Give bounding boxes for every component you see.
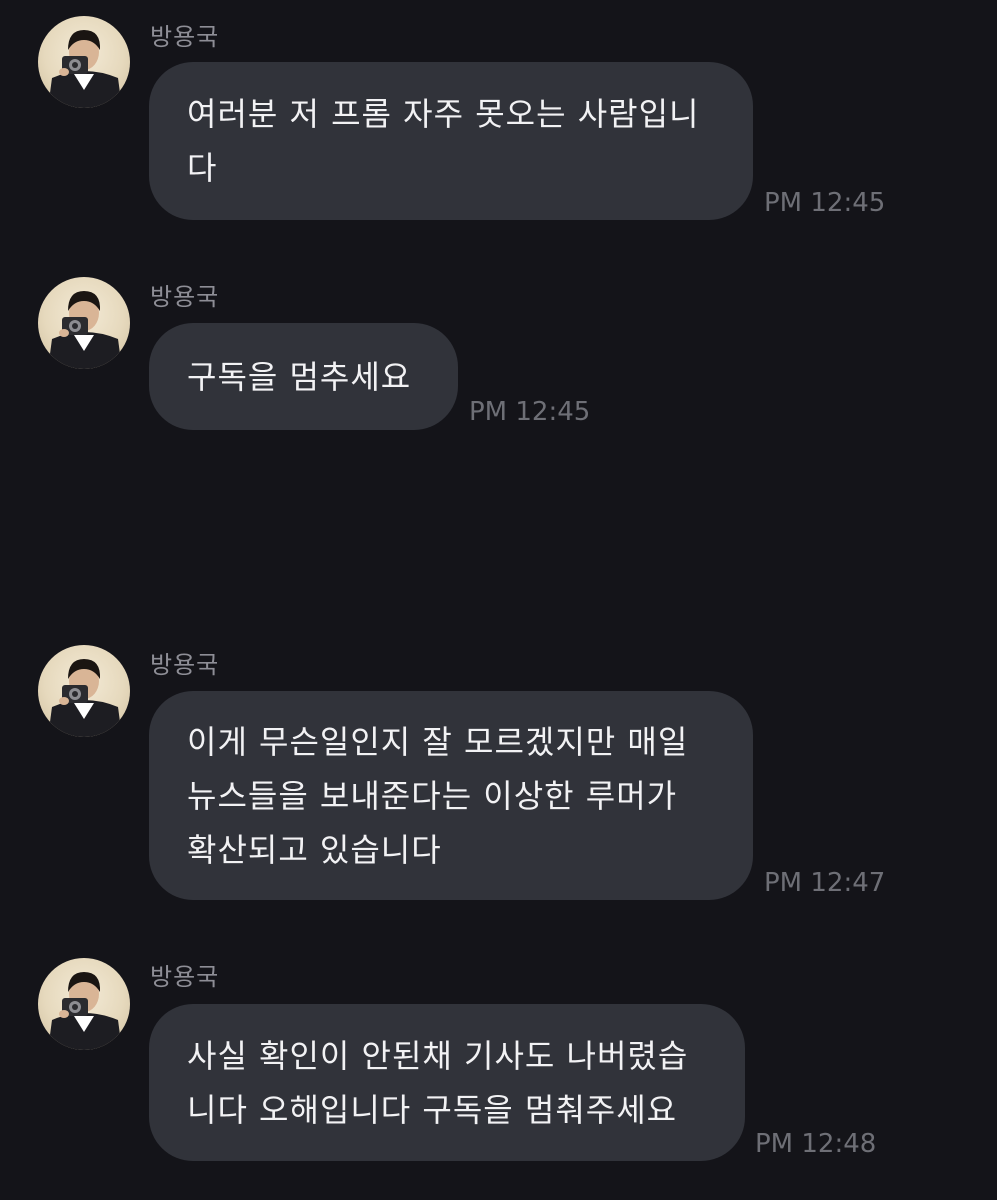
sender-name: 방용국 [150,963,220,991]
message-text-line: 다 [187,149,218,187]
message-text-line: 이게 무슨일인지 잘 모르겠지만 매일 [187,722,689,761]
message-timestamp: PM 12:48 [755,1129,877,1159]
message-bubble[interactable]: 사실 확인이 안된채 기사도 나버렸습 니다 오해입니다 구독을 멈춰주세요 [149,1004,745,1161]
message-timestamp: PM 12:45 [469,397,591,427]
sender-avatar[interactable] [38,16,130,108]
sender-name: 방용국 [150,23,220,51]
message-text-line: 구독을 멈추세요 [187,357,412,396]
message-text-line: 확산되고 있습니다 [187,830,442,869]
message-text-line: 사실 확인이 안된채 기사도 나버렸습 [187,1036,689,1075]
sender-avatar[interactable] [38,645,130,737]
message-timestamp: PM 12:45 [764,188,886,218]
message-timestamp: PM 12:47 [764,868,886,898]
sender-name: 방용국 [150,651,220,679]
message-bubble[interactable]: 이게 무슨일인지 잘 모르겠지만 매일 뉴스들을 보내준다는 이상한 루머가 확… [149,691,753,900]
sender-avatar[interactable] [38,958,130,1050]
sender-avatar[interactable] [38,277,130,369]
message-text-line: 니다 오해입니다 구독을 멈춰주세요 [187,1090,678,1129]
message-text-line: 뉴스들을 보내준다는 이상한 루머가 [187,776,678,815]
sender-name: 방용국 [150,283,220,311]
message-bubble[interactable]: 여러분 저 프롬 자주 못오는 사람입니 다 [149,62,753,220]
message-bubble[interactable]: 구독을 멈추세요 [149,323,458,430]
message-text-line: 여러분 저 프롬 자주 못오는 사람입니 [187,95,700,133]
